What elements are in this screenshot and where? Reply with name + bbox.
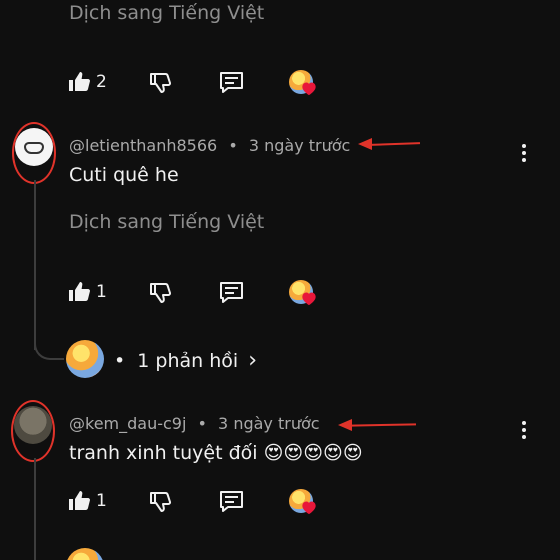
arrow-head-icon (338, 419, 352, 431)
chevron-right-icon: › (248, 348, 258, 373)
reply-button[interactable] (219, 70, 244, 94)
reply-button[interactable] (219, 280, 244, 304)
dislike-button[interactable] (148, 70, 172, 94)
thumb-down-icon (150, 492, 172, 512)
reply-icon (220, 72, 243, 93)
meta-separator: • (228, 136, 238, 155)
creator-heart (289, 280, 319, 308)
dislike-button[interactable] (148, 489, 172, 513)
thumb-down-icon (150, 283, 172, 303)
thread-line (34, 180, 36, 350)
replies-toggle[interactable] (66, 340, 106, 380)
annotation-arrow (369, 142, 421, 146)
arrow-head-icon (358, 138, 372, 150)
meta-separator: • (197, 414, 207, 433)
like-button[interactable] (67, 70, 91, 94)
thread-connector (34, 330, 64, 360)
comment-text: tranh xinh tuyệt đối 😍😍😍😍😍 (69, 442, 363, 464)
replies-link[interactable]: • 1 phản hồi › (114, 348, 257, 373)
author-handle[interactable]: @letienthanh8566 (69, 136, 217, 155)
thumb-up-icon (69, 491, 90, 510)
like-count: 1 (96, 491, 107, 511)
like-count: 2 (96, 72, 107, 92)
dislike-button[interactable] (148, 280, 172, 304)
reply-icon (220, 491, 243, 512)
reply-creator-avatar (66, 340, 104, 378)
creator-heart (289, 70, 319, 98)
reply-button[interactable] (219, 489, 244, 513)
avatar-face (24, 142, 44, 154)
reply-icon (220, 282, 243, 303)
creator-heart (289, 489, 319, 517)
like-button[interactable] (67, 280, 91, 304)
comment-time[interactable]: 3 ngày trước (249, 136, 351, 155)
creator-heart-icon (302, 501, 316, 515)
thread-line (34, 458, 36, 560)
thumb-up-icon (69, 282, 90, 301)
more-button[interactable] (522, 418, 526, 442)
more-button[interactable] (522, 141, 526, 165)
creator-heart-icon (302, 292, 316, 306)
avatar[interactable] (15, 128, 53, 166)
thumb-down-icon (150, 73, 172, 93)
comment-header: @kem_dau-c9j • 3 ngày trước (69, 414, 320, 433)
thumb-up-icon (69, 72, 90, 91)
replies-count: 1 phản hồi (137, 350, 239, 372)
avatar[interactable] (14, 406, 52, 444)
comment-text: Cuti quê he (69, 164, 179, 186)
translate-link[interactable]: Dịch sang Tiếng Việt (69, 211, 264, 233)
like-count: 1 (96, 282, 107, 302)
replies-separator: • (114, 350, 126, 372)
creator-heart-icon (302, 82, 316, 96)
comment-time[interactable]: 3 ngày trước (218, 414, 320, 433)
more-vert-icon (522, 421, 526, 439)
comment-header: @letienthanh8566 • 3 ngày trước (69, 136, 350, 155)
translate-link[interactable]: Dịch sang Tiếng Việt (69, 2, 264, 24)
like-button[interactable] (67, 489, 91, 513)
annotation-arrow (349, 423, 417, 427)
more-vert-icon (522, 144, 526, 162)
author-handle[interactable]: @kem_dau-c9j (69, 414, 186, 433)
reply-creator-avatar (66, 548, 104, 560)
